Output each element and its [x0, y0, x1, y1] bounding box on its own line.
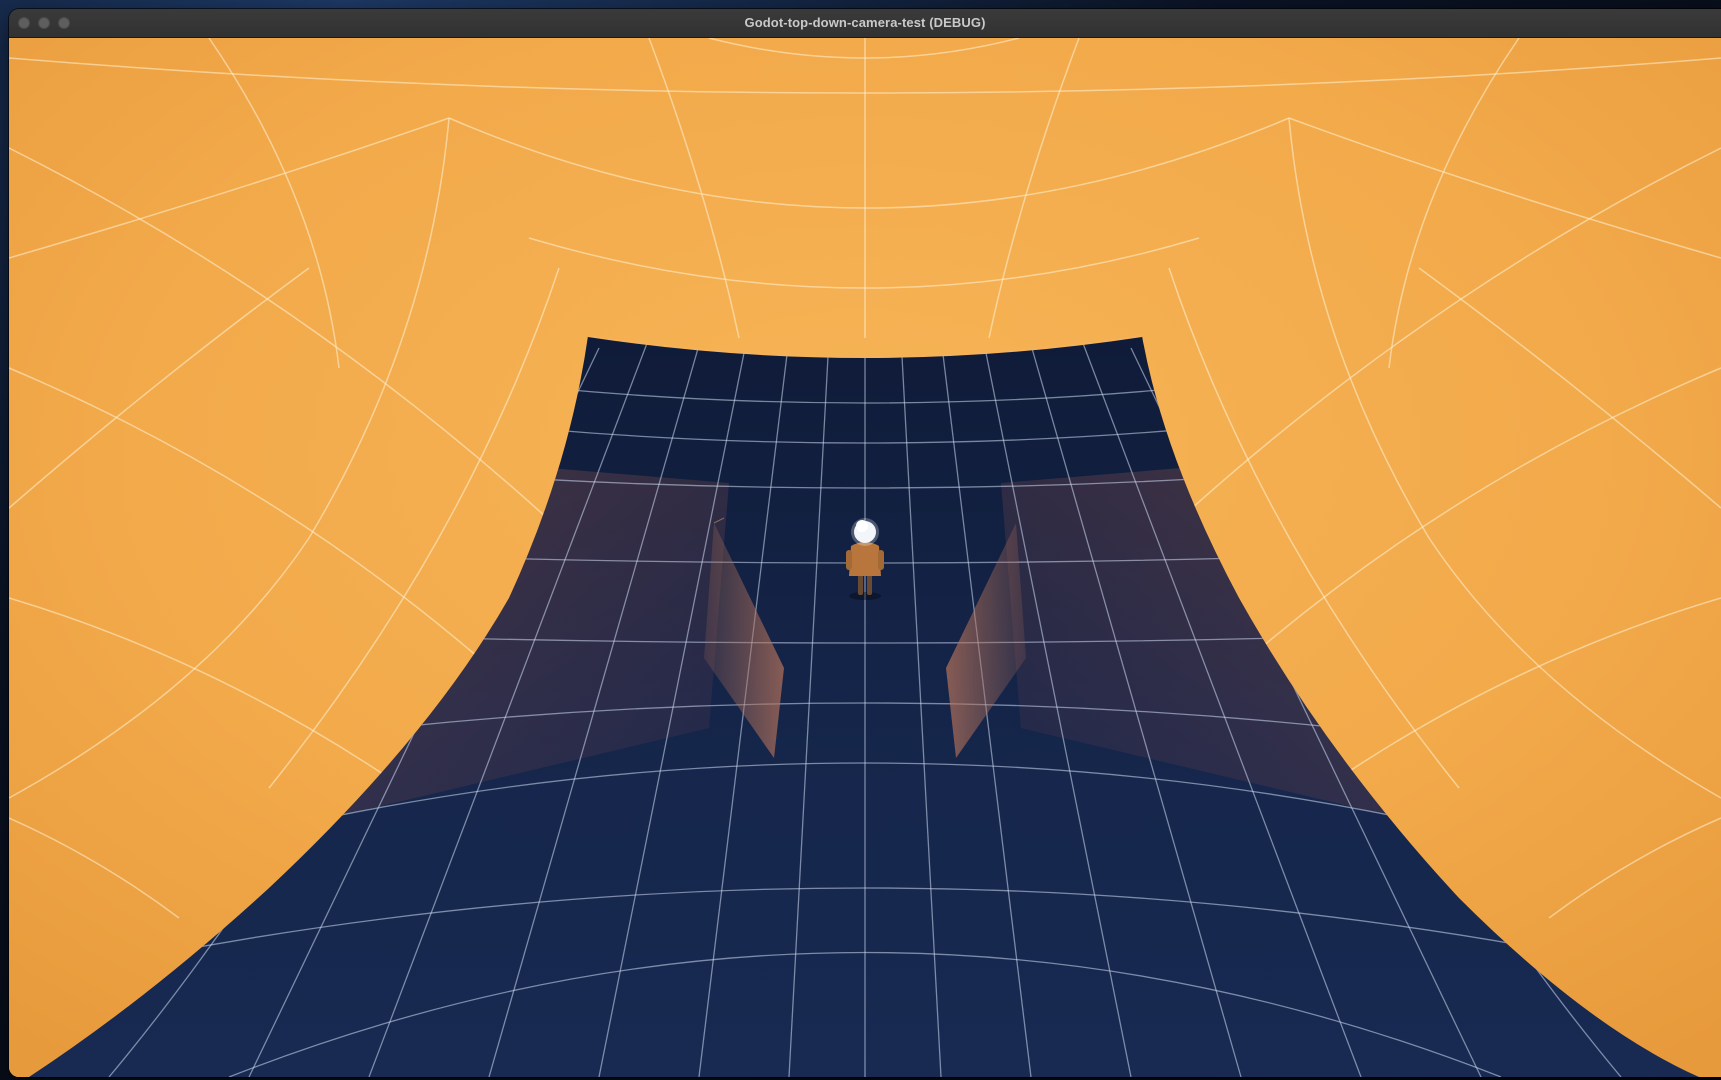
game-viewport[interactable]	[9, 38, 1721, 1077]
game-window[interactable]: Godot-top-down-camera-test (DEBUG)	[9, 9, 1721, 1077]
window-title: Godot-top-down-camera-test (DEBUG)	[744, 15, 986, 30]
title-bar[interactable]: Godot-top-down-camera-test (DEBUG)	[9, 9, 1721, 38]
scene-render	[9, 38, 1721, 1077]
desktop-background: Godot-top-down-camera-test (DEBUG)	[0, 0, 1721, 1080]
